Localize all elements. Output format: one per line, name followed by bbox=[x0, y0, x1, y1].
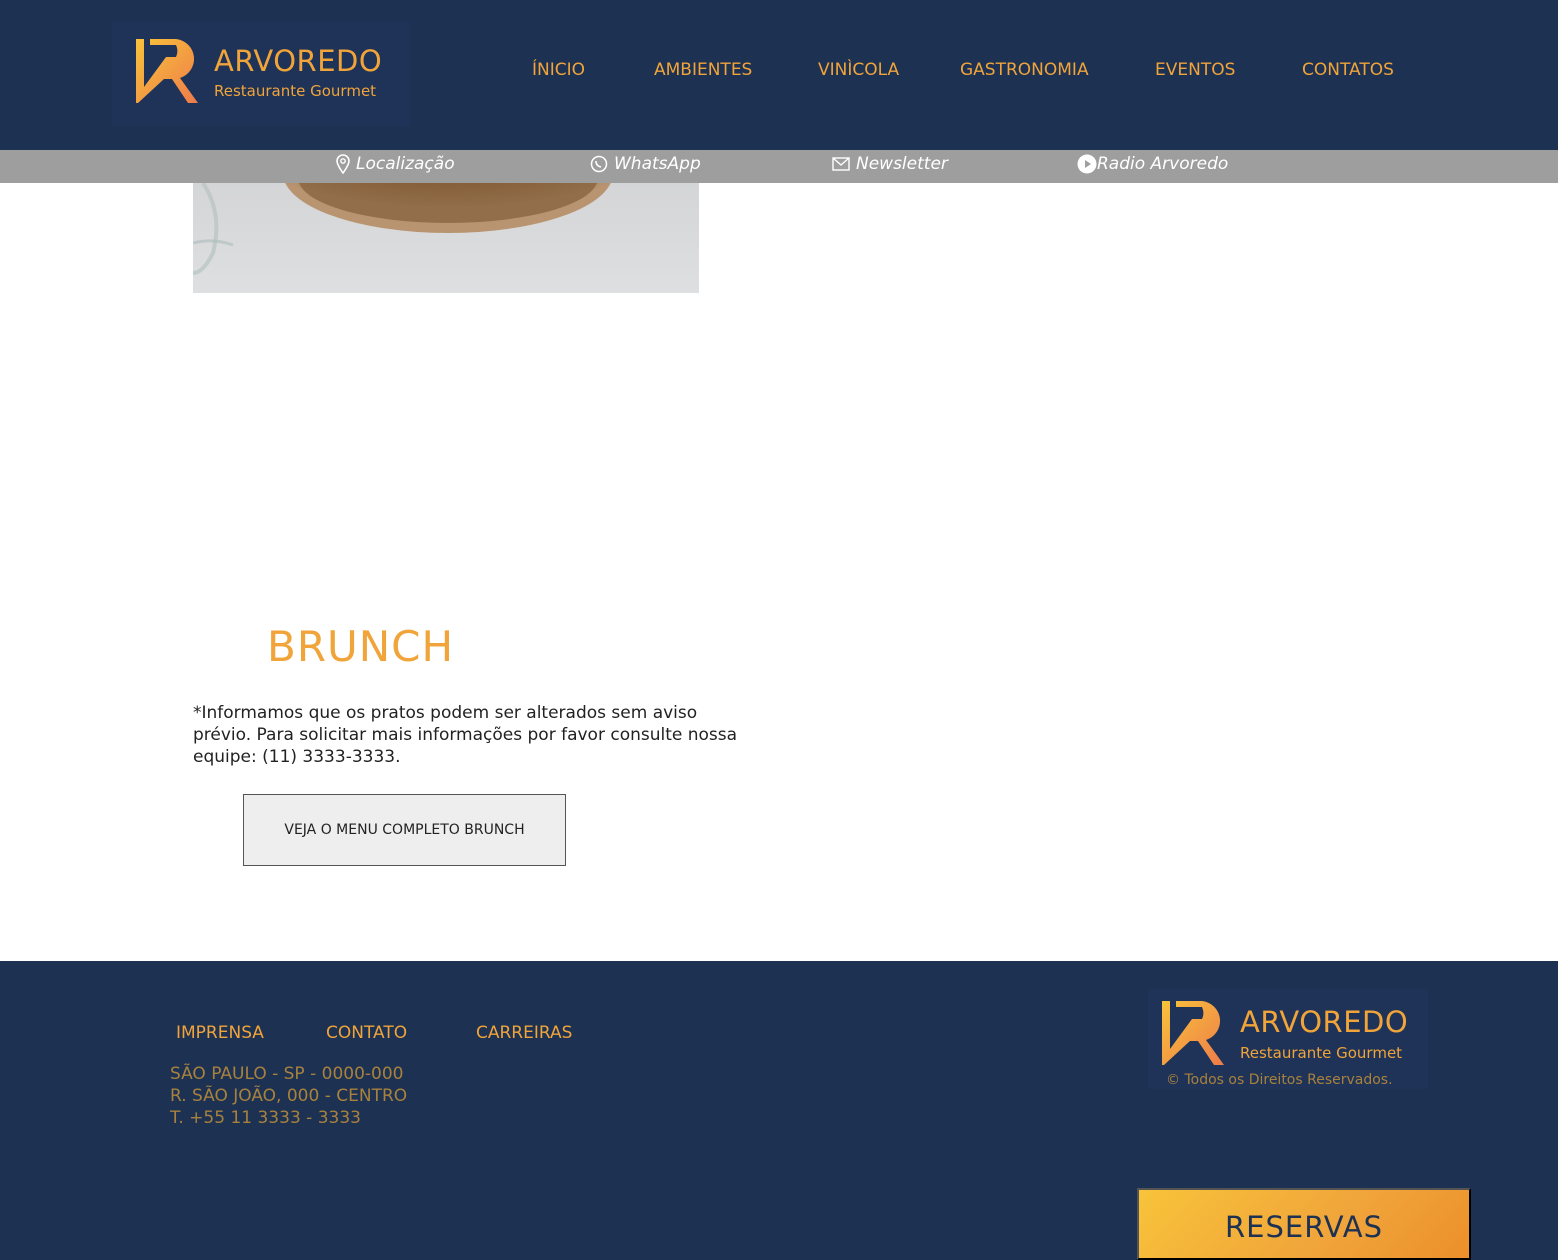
footer-brand-name: ARVOREDO bbox=[1240, 1005, 1409, 1039]
section-title: BRUNCH bbox=[267, 622, 455, 671]
footer-link-carreiras[interactable]: CARREIRAS bbox=[476, 1023, 572, 1043]
brunch-photo bbox=[193, 183, 699, 293]
logo-mark-icon bbox=[136, 39, 198, 103]
localizacao-link[interactable]: Localização bbox=[336, 154, 455, 174]
nav-item-eventos[interactable]: EVENTOS bbox=[1155, 60, 1235, 80]
play-circle-icon bbox=[1077, 154, 1097, 174]
site-footer: IMPRENSA CONTATO CARREIRAS SÃO PAULO - S… bbox=[0, 961, 1558, 1260]
photo-illustration bbox=[193, 183, 611, 275]
nav-item-gastronomia[interactable]: GASTRONOMIA bbox=[960, 60, 1089, 80]
logo-mark-icon bbox=[1162, 1001, 1224, 1065]
footer-link-contato[interactable]: CONTATO bbox=[326, 1023, 407, 1043]
brand-logo[interactable]: ARVOREDO Restaurante Gourmet bbox=[112, 22, 410, 126]
address-street: R. SÃO JOÃO, 000 - CENTRO bbox=[170, 1086, 408, 1106]
footer-address: SÃO PAULO - SP - 0000-000 R. SÃO JOÃO, 0… bbox=[170, 1063, 407, 1129]
nav-item-inicio[interactable]: ÍNICIO bbox=[532, 60, 585, 80]
full-menu-button[interactable]: VEJA O MENU COMPLETO BRUNCH bbox=[243, 794, 566, 866]
address-city: SÃO PAULO - SP - 0000-000 bbox=[170, 1064, 404, 1084]
nav-item-contatos[interactable]: CONTATOS bbox=[1302, 60, 1394, 80]
brand-tagline: Restaurante Gourmet bbox=[214, 82, 377, 100]
envelope-icon bbox=[832, 157, 850, 171]
menu-notice: *Informamos que os pratos podem ser alte… bbox=[193, 703, 738, 767]
newsletter-label: Newsletter bbox=[856, 154, 948, 174]
location-pin-icon bbox=[336, 154, 350, 174]
site-header: ARVOREDO Restaurante Gourmet ÍNICIO AMBI… bbox=[0, 0, 1558, 150]
brand-name: ARVOREDO bbox=[214, 44, 383, 78]
whatsapp-icon bbox=[590, 155, 608, 173]
reservations-button[interactable]: RESERVAS bbox=[1137, 1188, 1471, 1260]
radio-label: Radio Arvoredo bbox=[1097, 154, 1229, 174]
radio-link[interactable]: Radio Arvoredo bbox=[1077, 154, 1228, 174]
whatsapp-label: WhatsApp bbox=[614, 154, 701, 174]
utility-bar: Localização WhatsApp Newsletter Radio Ar… bbox=[0, 150, 1558, 183]
whatsapp-link[interactable]: WhatsApp bbox=[590, 154, 701, 174]
nav-item-ambientes[interactable]: AMBIENTES bbox=[654, 60, 752, 80]
localizacao-label: Localização bbox=[356, 154, 455, 174]
footer-link-imprensa[interactable]: IMPRENSA bbox=[176, 1023, 264, 1043]
address-phone: T. +55 11 3333 - 3333 bbox=[170, 1108, 361, 1128]
copyright-text: © Todos os Direitos Reservados. bbox=[1166, 1072, 1393, 1088]
nav-item-vinicola[interactable]: VINÌCOLA bbox=[818, 60, 899, 80]
newsletter-link[interactable]: Newsletter bbox=[832, 154, 948, 174]
footer-brand-tagline: Restaurante Gourmet bbox=[1240, 1044, 1403, 1062]
